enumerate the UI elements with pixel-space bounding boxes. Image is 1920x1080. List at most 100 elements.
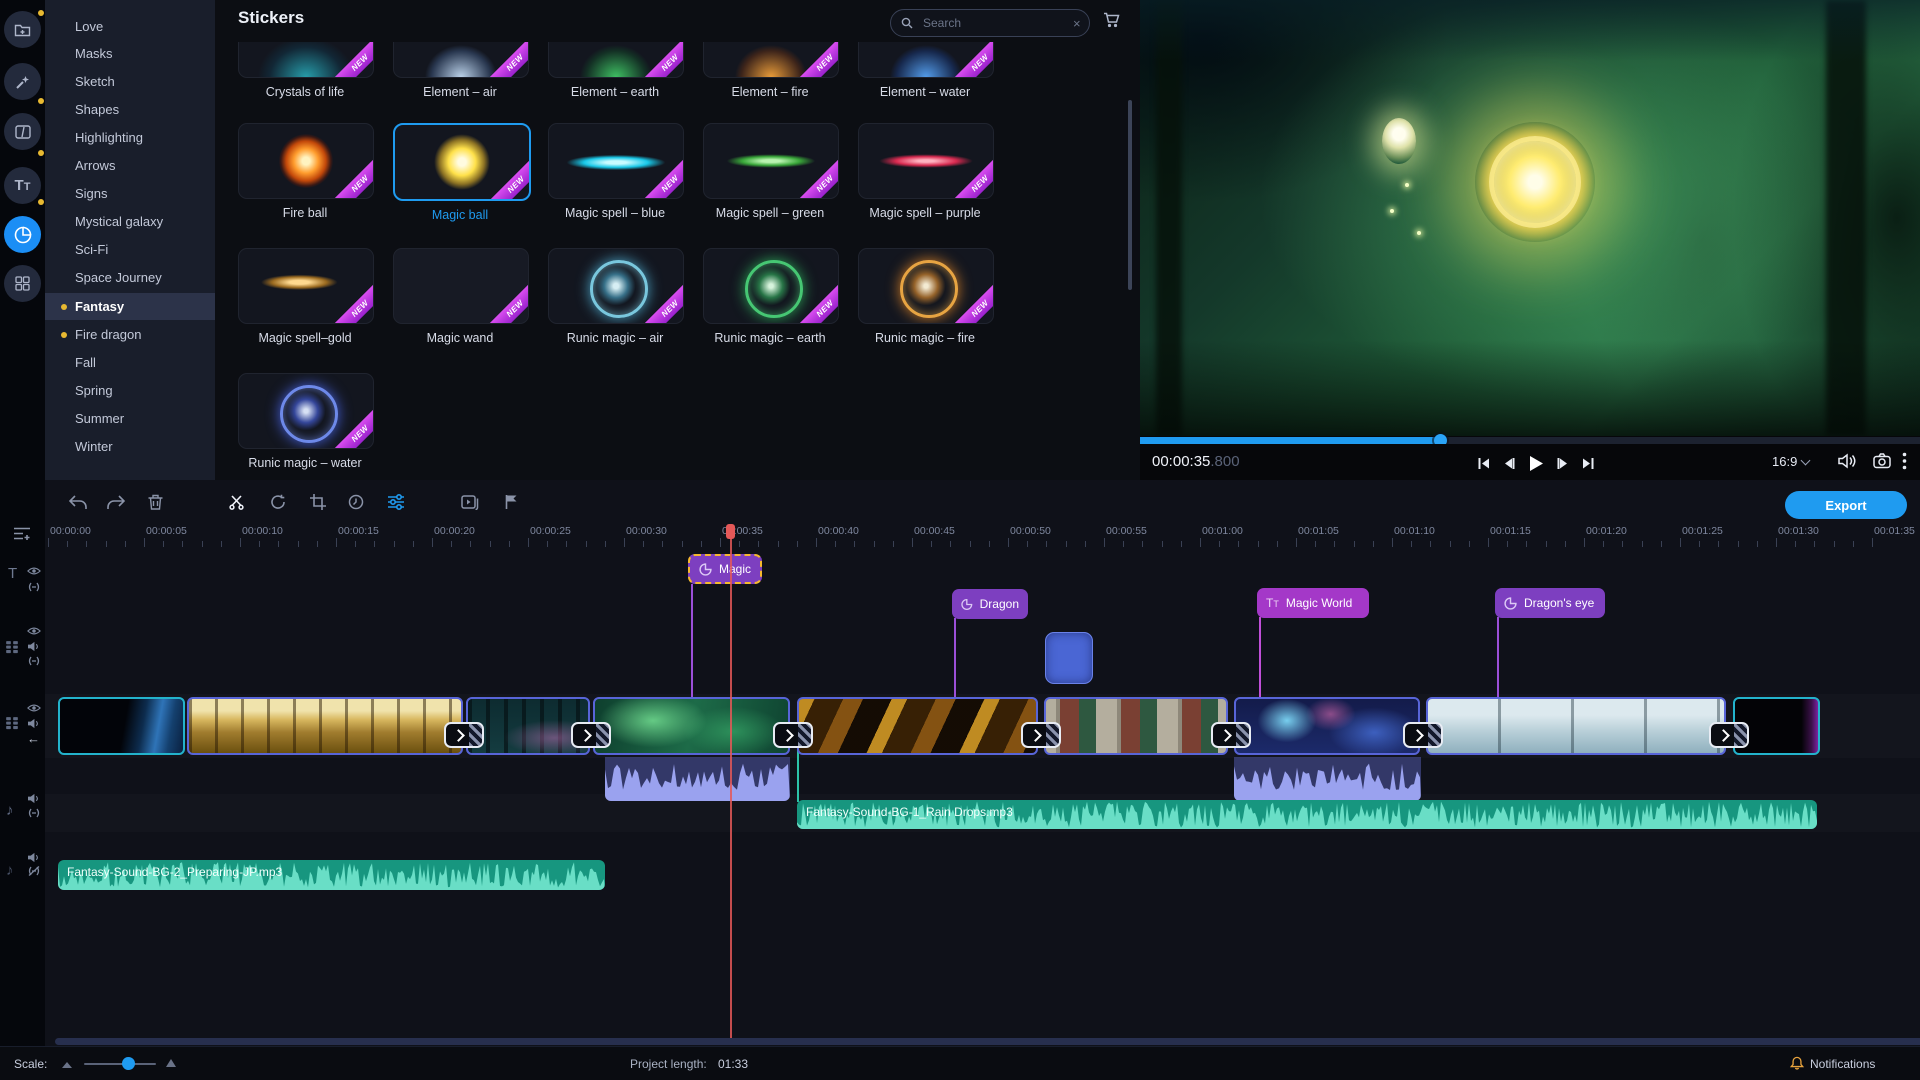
track-visibility-eye-icon[interactable] bbox=[27, 703, 41, 713]
sticker-cell[interactable]: NEWElement – fire bbox=[703, 42, 837, 99]
video-clip-6[interactable] bbox=[1044, 697, 1228, 755]
search-input[interactable] bbox=[921, 15, 1055, 31]
rotate-button[interactable] bbox=[267, 491, 289, 513]
next-frame-button[interactable] bbox=[1557, 457, 1569, 470]
playhead-line[interactable] bbox=[730, 524, 732, 1038]
timeline-ruler[interactable]: 00:00:00 00:00:05 00:00:10 00:00:15 00:0… bbox=[0, 523, 1920, 547]
category-winter[interactable]: Winter bbox=[45, 433, 223, 460]
transition-icon[interactable] bbox=[1403, 722, 1443, 748]
track-mute-speaker-icon[interactable] bbox=[27, 718, 40, 729]
track-visibility-eye-icon[interactable] bbox=[27, 566, 41, 576]
category-arrows[interactable]: Arrows bbox=[45, 152, 223, 179]
category-fantasy[interactable]: Fantasy bbox=[45, 293, 223, 320]
linked-audio-waveform[interactable] bbox=[1234, 757, 1421, 801]
sticker-cell[interactable]: NEWMagic wand bbox=[393, 248, 527, 345]
sticker-cell[interactable]: NEWMagic spell–gold bbox=[238, 248, 372, 345]
category-spring[interactable]: Spring bbox=[45, 377, 223, 404]
sticker-cell[interactable]: NEWMagic spell – green bbox=[703, 123, 837, 220]
track-link-icon[interactable] bbox=[27, 656, 41, 666]
track-link-off-icon[interactable] bbox=[27, 866, 41, 876]
category-masks[interactable]: Masks bbox=[45, 40, 223, 67]
sticker-cell[interactable]: NEWFire ball bbox=[238, 123, 372, 220]
track-link-icon[interactable] bbox=[27, 582, 41, 592]
playhead-marker[interactable] bbox=[726, 524, 735, 539]
more-tools-button[interactable] bbox=[4, 265, 41, 302]
category-sketch[interactable]: Sketch bbox=[45, 68, 223, 95]
sticker-cell[interactable]: NEWMagic spell – blue bbox=[548, 123, 682, 220]
transition-icon[interactable] bbox=[773, 722, 813, 748]
category-signs[interactable]: Signs bbox=[45, 180, 223, 207]
notifications-label[interactable]: Notifications bbox=[1810, 1057, 1875, 1071]
video-clip-2[interactable] bbox=[187, 697, 463, 755]
sticker-cell[interactable]: NEWRunic magic – earth bbox=[703, 248, 837, 345]
stickers-scrollbar[interactable] bbox=[1128, 100, 1132, 290]
scale-slider-track[interactable] bbox=[84, 1063, 156, 1065]
sticker-cell[interactable]: NEWElement – earth bbox=[548, 42, 682, 99]
play-button[interactable] bbox=[1528, 455, 1544, 472]
transition-icon[interactable] bbox=[571, 722, 611, 748]
clip-duration-clock-button[interactable] bbox=[345, 491, 367, 513]
volume-icon[interactable] bbox=[1838, 453, 1857, 469]
preview-seekbar[interactable] bbox=[1140, 437, 1920, 444]
sticker-clip-dragons-eye[interactable]: Dragon's eye bbox=[1495, 588, 1605, 618]
export-button[interactable]: Export bbox=[1785, 491, 1907, 519]
track-manager-icon[interactable] bbox=[13, 526, 31, 541]
track-mute-speaker-icon[interactable] bbox=[27, 641, 40, 652]
transition-icon[interactable] bbox=[1211, 722, 1251, 748]
video-clip-4[interactable] bbox=[593, 697, 790, 755]
video-clip-7[interactable] bbox=[1234, 697, 1420, 755]
category-fire-dragon[interactable]: Fire dragon bbox=[45, 321, 223, 348]
sticker-cell[interactable]: NEWElement – water bbox=[858, 42, 992, 99]
sticker-clip-magic[interactable]: Magic bbox=[688, 554, 762, 584]
sticker-cell[interactable]: NEWCrystals of life bbox=[238, 42, 372, 99]
sticker-cell[interactable]: NEWMagic spell – purple bbox=[858, 123, 992, 220]
clip-properties-sliders-button[interactable] bbox=[385, 491, 407, 513]
transition-icon[interactable] bbox=[1021, 722, 1061, 748]
audio-clip-preparing-jp[interactable]: Fantasy-Sound-BG-2_Preparing-JP.mp3 bbox=[58, 860, 605, 890]
transition-icon[interactable] bbox=[1709, 722, 1749, 748]
delete-button[interactable] bbox=[144, 491, 166, 513]
category-shapes[interactable]: Shapes bbox=[45, 96, 223, 123]
overlay-pip-button[interactable] bbox=[459, 491, 481, 513]
aspect-ratio-select[interactable]: 16:9 bbox=[1772, 454, 1809, 469]
track-link-icon[interactable] bbox=[27, 808, 41, 818]
snapshot-camera-icon[interactable] bbox=[1873, 453, 1891, 469]
preview-menu-kebab-icon[interactable] bbox=[1902, 452, 1907, 470]
title-clip-magic-world[interactable]: TT Magic World bbox=[1257, 588, 1369, 618]
split-scissors-button[interactable] bbox=[225, 491, 247, 513]
sticker-cell[interactable]: NEWRunic magic – air bbox=[548, 248, 682, 345]
category-love[interactable]: Love bbox=[45, 13, 223, 40]
notifications-bell-icon[interactable] bbox=[1790, 1056, 1804, 1071]
overlay-clip[interactable] bbox=[1045, 632, 1093, 684]
track-mute-speaker-icon[interactable] bbox=[27, 793, 40, 804]
go-to-end-button[interactable] bbox=[1582, 457, 1594, 470]
filters-button[interactable] bbox=[4, 63, 41, 100]
zoom-in-button[interactable] bbox=[166, 1059, 176, 1067]
track-arrow-left-icon[interactable]: ← bbox=[27, 731, 40, 746]
category-sci-fi[interactable]: Sci-Fi bbox=[45, 236, 223, 263]
clear-search-icon[interactable]: × bbox=[1073, 16, 1081, 31]
video-clip-8[interactable] bbox=[1426, 697, 1726, 755]
undo-button[interactable] bbox=[67, 491, 89, 513]
category-fall[interactable]: Fall bbox=[45, 349, 223, 376]
linked-audio-waveform[interactable] bbox=[605, 757, 790, 801]
sticker-cell[interactable]: NEWRunic magic – water bbox=[238, 373, 372, 470]
sticker-clip-dragon[interactable]: Dragon bbox=[952, 589, 1028, 619]
titles-button[interactable]: TT bbox=[4, 167, 41, 204]
category-summer[interactable]: Summer bbox=[45, 405, 223, 432]
crop-button[interactable] bbox=[307, 491, 329, 513]
category-highlighting[interactable]: Highlighting bbox=[45, 124, 223, 151]
audio-clip-rain-drops[interactable]: Fantasy-Sound-BG-1_Rain Drops.mp3 bbox=[797, 800, 1817, 829]
sticker-cell[interactable]: NEWRunic magic – fire bbox=[858, 248, 992, 345]
zoom-out-button[interactable] bbox=[62, 1062, 72, 1068]
sticker-cell-selected[interactable]: NEWMagic ball bbox=[393, 123, 527, 222]
go-to-start-button[interactable] bbox=[1478, 457, 1490, 470]
timeline-horizontal-scrollbar[interactable] bbox=[55, 1038, 1920, 1045]
stickers-button[interactable] bbox=[4, 216, 41, 253]
track-visibility-eye-icon[interactable] bbox=[27, 626, 41, 636]
import-media-button[interactable] bbox=[4, 11, 41, 48]
transitions-button[interactable] bbox=[4, 113, 41, 150]
store-cart-icon[interactable] bbox=[1103, 12, 1122, 29]
category-mystical-galaxy[interactable]: Mystical galaxy bbox=[45, 208, 223, 235]
marker-flag-button[interactable] bbox=[500, 491, 522, 513]
